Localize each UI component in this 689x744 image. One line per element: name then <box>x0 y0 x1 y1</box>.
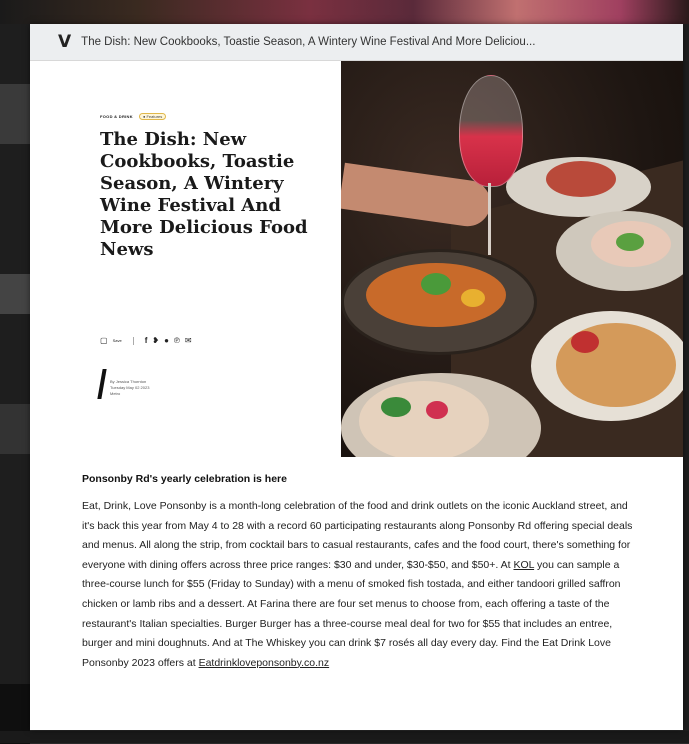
share-bar: ▢ Save f ❥ ● ℗ ✉ <box>100 336 192 345</box>
breadcrumb-category[interactable]: FOOD & DRINK <box>100 114 133 119</box>
food <box>571 331 599 353</box>
wine-glass-stem <box>488 183 491 255</box>
background-right <box>683 24 689 743</box>
paragraph-text: you can sample a three-course lunch for … <box>82 558 621 669</box>
section-subhead: Ponsonby Rd's yearly celebration is here <box>82 473 287 485</box>
pinterest-icon[interactable]: ℗ <box>174 336 180 345</box>
article-body: Ponsonby Rd's yearly celebration is here… <box>30 457 683 673</box>
food <box>359 381 489 457</box>
food <box>616 233 644 251</box>
bookmark-icon[interactable]: ▢ <box>100 336 108 345</box>
food <box>381 397 411 417</box>
background-left <box>0 24 30 744</box>
breadcrumb: FOOD & DRINK ● Features <box>100 113 167 120</box>
tab-title: The Dish: New Cookbooks, Toastie Season,… <box>81 36 536 48</box>
hero-image <box>341 61 683 457</box>
tag-pill[interactable]: ● Features <box>138 113 167 120</box>
food <box>461 289 485 307</box>
facebook-icon[interactable]: f <box>145 336 148 345</box>
eatdrinklove-link[interactable]: Eatdrinkloveponsonby.co.nz <box>199 657 330 669</box>
background-strip <box>0 0 689 24</box>
whatsapp-icon[interactable]: ● <box>164 336 169 345</box>
title-bar: V The Dish: New Cookbooks, Toastie Seaso… <box>30 24 683 61</box>
hero-text-panel: FOOD & DRINK ● Features The Dish: New Co… <box>30 61 341 457</box>
wine-glass <box>459 75 523 187</box>
site-logo-icon[interactable]: V <box>58 32 71 52</box>
save-label[interactable]: Save <box>113 338 122 343</box>
food <box>546 161 616 197</box>
byline-extra: Metro <box>110 391 121 396</box>
food <box>426 401 448 419</box>
background-bottom <box>0 731 689 743</box>
kol-link[interactable]: KOL <box>513 559 534 571</box>
article-headline: The Dish: New Cookbooks, Toastie Season,… <box>100 129 308 260</box>
browser-window: V The Dish: New Cookbooks, Toastie Seaso… <box>30 24 683 730</box>
email-icon[interactable]: ✉ <box>185 336 192 345</box>
article-paragraph: Eat, Drink, Love Ponsonby is a month-lon… <box>82 497 635 673</box>
food <box>421 273 451 295</box>
share-divider <box>132 336 134 345</box>
twitter-icon[interactable]: ❥ <box>152 336 159 345</box>
article-hero: FOOD & DRINK ● Features The Dish: New Co… <box>30 61 683 457</box>
author-avatar <box>97 369 107 399</box>
author-block: By Jessica Thornton Tuesday May 02 2023 … <box>97 369 149 399</box>
